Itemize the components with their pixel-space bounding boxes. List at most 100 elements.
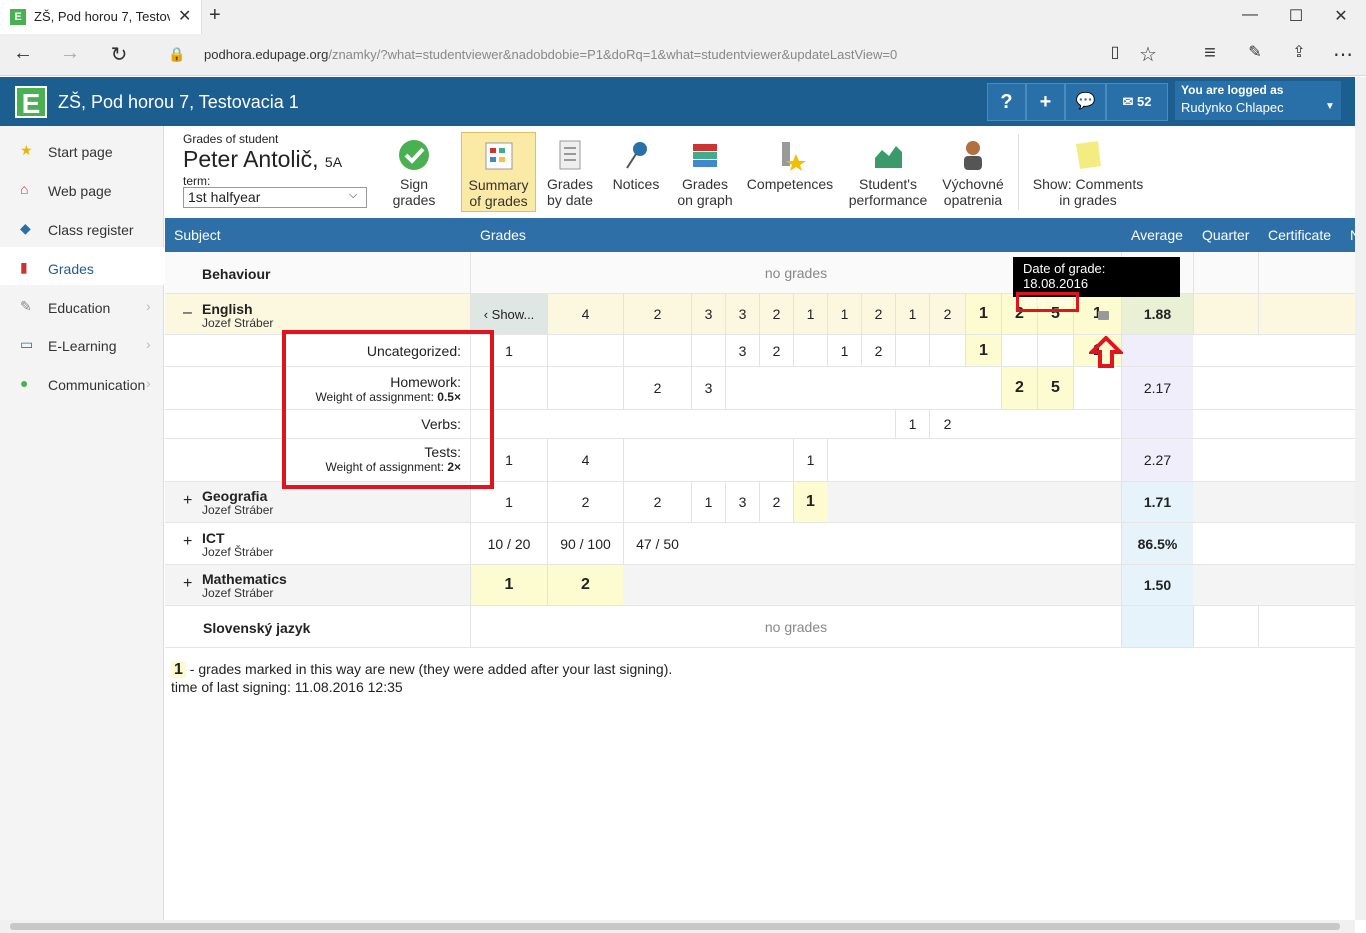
web-note-icon[interactable]: ✎ bbox=[1240, 42, 1270, 62]
user-menu[interactable]: You are logged as Rudynko Chlapec ▼ bbox=[1175, 81, 1341, 120]
sticky-note-icon bbox=[1076, 141, 1101, 169]
grades-icon: ▮ bbox=[20, 259, 28, 275]
grade-cell-new[interactable]: 2 bbox=[547, 565, 623, 605]
grade-cell-new[interactable]: 5 bbox=[1037, 367, 1073, 409]
sidebar-item-web-page[interactable]: ⌂ Web page bbox=[0, 169, 164, 207]
student-name: Peter Antolič, 5A bbox=[183, 146, 343, 172]
table-row-mathematics[interactable]: + Mathematics Jozef Stráber 1 2 1.50 bbox=[165, 565, 1355, 606]
new-tab-icon[interactable]: + bbox=[209, 4, 221, 27]
expand-icon[interactable]: + bbox=[183, 492, 192, 510]
more-icon[interactable]: ⋯ bbox=[1328, 42, 1358, 67]
calendar-icon bbox=[559, 140, 581, 170]
school-name[interactable]: ZŠ, Pod horou 7, Testovacia 1 bbox=[58, 92, 299, 113]
col-average: Average bbox=[1131, 227, 1183, 243]
grade-cell[interactable]: 3 bbox=[691, 294, 725, 334]
new-grades-legend: 1 - grades marked in this way are new (t… bbox=[171, 661, 672, 679]
grade-cell-new[interactable]: 1 bbox=[965, 335, 1001, 366]
grade-cell[interactable]: 1 bbox=[895, 294, 929, 334]
url-field[interactable]: podhora.edupage.org/znamky/?what=student… bbox=[204, 47, 897, 62]
grade-cell[interactable]: 2 bbox=[861, 294, 895, 334]
grade-cell[interactable]: 3 bbox=[691, 367, 725, 409]
grade-cell[interactable]: 3 bbox=[725, 482, 759, 522]
grade-cell[interactable]: 2 bbox=[623, 482, 691, 522]
summary-icon bbox=[485, 142, 512, 170]
grade-cell[interactable]: 2 bbox=[623, 367, 691, 409]
grade-cell[interactable]: 4 bbox=[547, 294, 623, 334]
expand-icon[interactable]: + bbox=[183, 575, 192, 593]
grade-cell-new[interactable]: 1 bbox=[793, 482, 827, 522]
sidebar-item-grades[interactable]: ▮ Grades bbox=[0, 247, 164, 285]
reading-view-icon[interactable]: ▯ bbox=[1100, 42, 1130, 62]
grade-cell[interactable]: 3 bbox=[725, 294, 759, 334]
share-icon[interactable]: ⇪ bbox=[1284, 42, 1314, 62]
maximize-icon[interactable]: ☐ bbox=[1276, 6, 1316, 26]
grade-cell[interactable]: 10 / 20 bbox=[470, 523, 547, 564]
competences-button[interactable]: Competences bbox=[745, 132, 835, 212]
chevron-right-icon: › bbox=[146, 375, 151, 391]
vertical-scrollbar[interactable] bbox=[1355, 77, 1366, 920]
grade-cell[interactable]: 2 bbox=[759, 335, 793, 366]
table-row-ict[interactable]: + ICT Jozef Štráber 10 / 20 90 / 100 47 … bbox=[165, 523, 1355, 565]
expand-icon[interactable]: + bbox=[183, 533, 192, 551]
favorite-star-icon[interactable]: ☆ bbox=[1133, 42, 1163, 67]
grade-cell[interactable]: 2 bbox=[929, 294, 965, 334]
minimize-icon[interactable]: — bbox=[1230, 6, 1270, 24]
graph-icon bbox=[693, 144, 717, 167]
grade-cell[interactable]: 4 bbox=[547, 439, 623, 481]
students-performance-button[interactable]: Student's performance bbox=[845, 132, 931, 212]
grade-cell[interactable]: 2 bbox=[929, 410, 965, 438]
vychovne-opatrenia-button[interactable]: Výchovné opatrenia bbox=[938, 132, 1008, 212]
grade-cell[interactable]: 1 bbox=[793, 294, 827, 334]
collapse-icon[interactable]: – bbox=[183, 304, 192, 322]
table-row-english[interactable]: – English Jozef Stráber ‹ Show... 4 2 3 … bbox=[165, 294, 1355, 335]
grade-cell[interactable]: 2 bbox=[861, 335, 895, 366]
grade-cell[interactable]: 2 bbox=[623, 294, 691, 334]
sidebar-item-class-register[interactable]: ◆ Class register bbox=[0, 208, 164, 246]
notices-button[interactable]: Notices bbox=[608, 132, 664, 212]
grade-cell[interactable]: 1 bbox=[793, 439, 827, 481]
grade-cell[interactable]: 2 bbox=[759, 294, 793, 334]
comment-icon[interactable] bbox=[1098, 311, 1109, 320]
grade-cell-new[interactable]: 1 bbox=[470, 565, 547, 605]
summary-of-grades-button[interactable]: Summary of grades bbox=[461, 132, 536, 212]
grade-cell-new[interactable]: 1 bbox=[965, 294, 1001, 334]
grade-cell[interactable]: 1 bbox=[827, 335, 861, 366]
sidebar-item-communication[interactable]: ● Communication › bbox=[0, 363, 164, 401]
grade-cell[interactable]: 1 bbox=[827, 294, 861, 334]
refresh-icon[interactable]: ↻ bbox=[104, 42, 134, 67]
sidebar-item-e-learning[interactable]: ▭ E-Learning › bbox=[0, 324, 164, 362]
browser-tab[interactable]: E ZŠ, Pod horou 7, Testov. ✕ bbox=[0, 0, 202, 34]
sign-grades-button[interactable]: Sign grades bbox=[381, 132, 447, 212]
grade-cell[interactable]: 47 / 50 bbox=[623, 523, 691, 564]
messages-count: 52 bbox=[1137, 94, 1152, 109]
average-cell: 1.71 bbox=[1121, 482, 1193, 522]
messages-button[interactable]: ✉ 52 bbox=[1106, 83, 1168, 121]
horizontal-scrollbar[interactable] bbox=[0, 920, 1355, 933]
grade-cell[interactable]: 1 bbox=[691, 482, 725, 522]
forward-icon[interactable]: → bbox=[55, 42, 85, 65]
help-button[interactable]: ? bbox=[987, 83, 1026, 121]
close-tab-icon[interactable]: ✕ bbox=[178, 6, 191, 26]
term-label: term: bbox=[183, 174, 211, 188]
grade-cell-new[interactable]: 2 bbox=[1001, 367, 1037, 409]
grades-on-graph-button[interactable]: Grades on graph bbox=[672, 132, 738, 212]
chat-icon[interactable]: 💬 bbox=[1065, 83, 1106, 121]
grade-cell[interactable]: 1 bbox=[895, 410, 929, 438]
term-select[interactable]: 1st halfyear ⌵ bbox=[183, 187, 367, 208]
sidebar-item-start-page[interactable]: ★ Start page bbox=[0, 130, 164, 168]
annotation-highlight-box bbox=[282, 330, 494, 489]
back-icon[interactable]: ← bbox=[8, 42, 38, 65]
hub-icon[interactable]: ≡ bbox=[1195, 42, 1225, 65]
sidebar-item-education[interactable]: ✎ Education › bbox=[0, 286, 164, 324]
add-button[interactable]: + bbox=[1026, 83, 1065, 121]
grade-cell[interactable]: 2 bbox=[759, 482, 793, 522]
grade-cell[interactable]: 2 bbox=[547, 482, 623, 522]
grades-by-date-button[interactable]: Grades by date bbox=[540, 132, 600, 212]
window-close-icon[interactable]: ✕ bbox=[1321, 6, 1361, 26]
scrollbar-thumb[interactable] bbox=[10, 923, 1340, 930]
show-categories-button[interactable]: ‹ Show... bbox=[470, 294, 547, 334]
edupage-logo[interactable]: E bbox=[15, 86, 47, 119]
grade-cell[interactable]: 3 bbox=[725, 335, 759, 366]
grade-cell[interactable]: 90 / 100 bbox=[547, 523, 623, 564]
show-comments-button[interactable]: Show: Comments in grades bbox=[1030, 132, 1146, 212]
